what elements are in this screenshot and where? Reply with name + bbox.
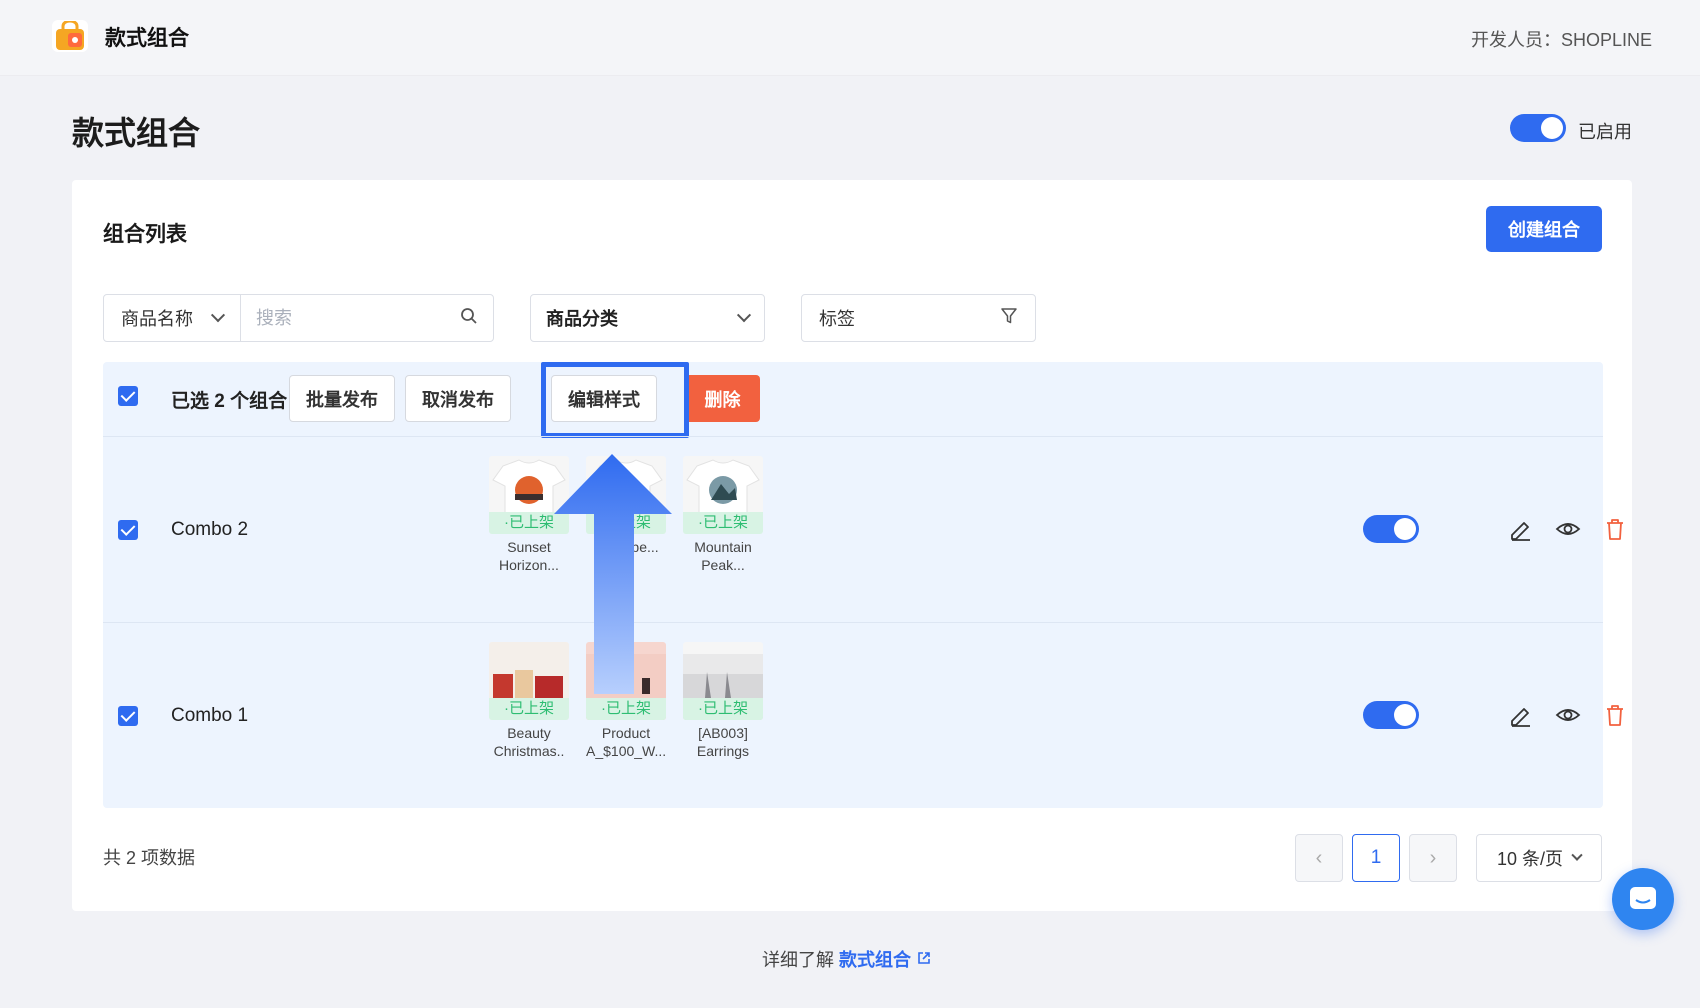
shopping-bag-logo-icon xyxy=(52,20,88,52)
chevron-down-icon xyxy=(736,308,752,323)
chevron-down-icon xyxy=(210,308,226,323)
table-row: Combo 1 ·已上架 Beauty Christmas.. ·已上架 Pro… xyxy=(103,622,1623,808)
search-icon[interactable] xyxy=(460,307,478,330)
tag-filter[interactable]: 标签 xyxy=(801,294,1036,342)
page-size-select[interactable]: 10 条/页 xyxy=(1476,834,1602,882)
developer-label: 开发人员：SHOPLINE xyxy=(1470,30,1652,50)
total-count: 共 2 项数据 xyxy=(103,848,196,868)
category-select[interactable]: 商品分类 xyxy=(530,294,765,342)
product-name: Mountain Peak... xyxy=(694,539,752,573)
create-combo-button[interactable]: 创建组合 xyxy=(1486,206,1602,252)
combo-enabled-toggle[interactable] xyxy=(1363,515,1419,543)
select-all-checkbox[interactable] xyxy=(118,386,138,406)
search-field-select[interactable]: 商品名称 xyxy=(104,295,241,341)
tag-filter-label: 标签 xyxy=(819,309,855,329)
product-item[interactable]: ·已上架 Product A_$100_W... xyxy=(586,642,666,760)
status-badge: ·已上架 xyxy=(489,512,569,534)
prev-page-button[interactable]: ‹ xyxy=(1295,834,1343,882)
search-box xyxy=(241,295,493,341)
cosmetics-thumbnail-icon: ·已上架 xyxy=(586,642,666,720)
delete-trash-icon[interactable] xyxy=(1602,702,1628,728)
tshirt-mountain-thumbnail-icon: ·已上架 xyxy=(683,456,763,534)
external-link-icon xyxy=(918,952,930,964)
product-name: Beauty Christmas.. xyxy=(493,725,565,759)
learn-more-link-label: 款式组合 xyxy=(839,950,912,970)
batch-publish-button[interactable]: 批量发布 xyxy=(289,375,395,422)
page-title: 款式组合 xyxy=(72,115,201,151)
earrings-thumbnail-icon: ·已上架 xyxy=(683,642,763,720)
search-field-select-label: 商品名称 xyxy=(121,309,193,329)
tshirt-thumbnail-icon: ·已上架 xyxy=(586,456,666,534)
learn-more: 详细了解 款式组合 xyxy=(762,946,932,972)
gift-thumbnail-icon: ·已上架 xyxy=(489,642,569,720)
product-item[interactable]: ·已上架 [AB003] Earrings xyxy=(683,642,763,760)
edit-style-button[interactable]: 编辑样式 xyxy=(551,375,657,422)
status-badge: ·已上架 xyxy=(586,512,666,534)
product-name: ...st ...pe... xyxy=(593,539,659,555)
learn-more-link[interactable]: 款式组合 xyxy=(839,950,932,970)
combo-name: Combo 2 xyxy=(171,519,249,540)
row-checkbox[interactable] xyxy=(118,706,138,726)
combo-list-card: 组合列表 创建组合 商品名称 商品分类 标签 已选 2 个组合 批量发布 取消发… xyxy=(72,180,1632,911)
filter-funnel-icon xyxy=(1000,307,1018,330)
category-select-label: 商品分类 xyxy=(546,309,618,329)
product-item[interactable]: ·已上架 Sunset Horizon... xyxy=(489,456,569,574)
edit-pencil-icon[interactable] xyxy=(1508,516,1534,542)
next-page-button[interactable]: › xyxy=(1409,834,1457,882)
table-row: Combo 2 ·已上架 Sunset Horizon... ·已上架 ...s… xyxy=(103,436,1623,622)
selected-count-text: 已选 2 个组合 xyxy=(171,391,288,412)
chevron-left-icon: ‹ xyxy=(1315,846,1323,869)
tshirt-sunset-thumbnail-icon: ·已上架 xyxy=(489,456,569,534)
app-enabled-toggle[interactable] xyxy=(1510,114,1566,142)
status-badge: ·已上架 xyxy=(586,698,666,720)
combo-name: Combo 1 xyxy=(171,705,249,726)
top-bar: 款式组合 开发人员：SHOPLINE xyxy=(0,0,1700,76)
preview-eye-icon[interactable] xyxy=(1555,702,1581,728)
product-name: Product A_$100_W... xyxy=(586,725,667,759)
row-checkbox[interactable] xyxy=(118,520,138,540)
product-name: Sunset Horizon... xyxy=(499,539,559,573)
status-badge: ·已上架 xyxy=(489,698,569,720)
product-name: [AB003] Earrings xyxy=(696,725,750,759)
app-name: 款式组合 xyxy=(105,27,189,50)
search-filter-group: 商品名称 xyxy=(103,294,494,342)
status-badge: ·已上架 xyxy=(683,698,763,720)
edit-pencil-icon[interactable] xyxy=(1508,702,1534,728)
chat-support-button[interactable] xyxy=(1612,868,1674,930)
delete-button[interactable]: 删除 xyxy=(685,375,760,422)
chevron-down-icon xyxy=(1571,849,1583,861)
learn-more-prefix: 详细了解 xyxy=(762,950,834,970)
unpublish-button[interactable]: 取消发布 xyxy=(405,375,511,422)
page-number-button[interactable]: 1 xyxy=(1352,834,1400,882)
status-badge: ·已上架 xyxy=(683,512,763,534)
chevron-right-icon: › xyxy=(1429,846,1437,869)
page-size-label: 10 条/页 xyxy=(1496,849,1564,869)
row-divider xyxy=(103,436,1603,437)
row-divider xyxy=(103,622,1603,623)
product-item[interactable]: ·已上架 Beauty Christmas.. xyxy=(489,642,569,760)
combo-enabled-toggle[interactable] xyxy=(1363,701,1419,729)
app-enabled-label: 已启用 xyxy=(1578,122,1632,142)
card-title: 组合列表 xyxy=(103,223,187,246)
product-item[interactable]: ·已上架 Mountain Peak... xyxy=(683,456,763,574)
bulk-action-bar: 已选 2 个组合 批量发布 取消发布 编辑样式 删除 xyxy=(103,362,1603,438)
search-input[interactable] xyxy=(256,307,436,329)
preview-eye-icon[interactable] xyxy=(1555,516,1581,542)
chat-bubble-icon xyxy=(1630,887,1656,909)
product-item[interactable]: ·已上架 ...st ...pe... xyxy=(586,456,666,556)
delete-trash-icon[interactable] xyxy=(1602,516,1628,542)
combo-table: 已选 2 个组合 批量发布 取消发布 编辑样式 删除 Combo 2 ·已上架 xyxy=(103,362,1623,808)
